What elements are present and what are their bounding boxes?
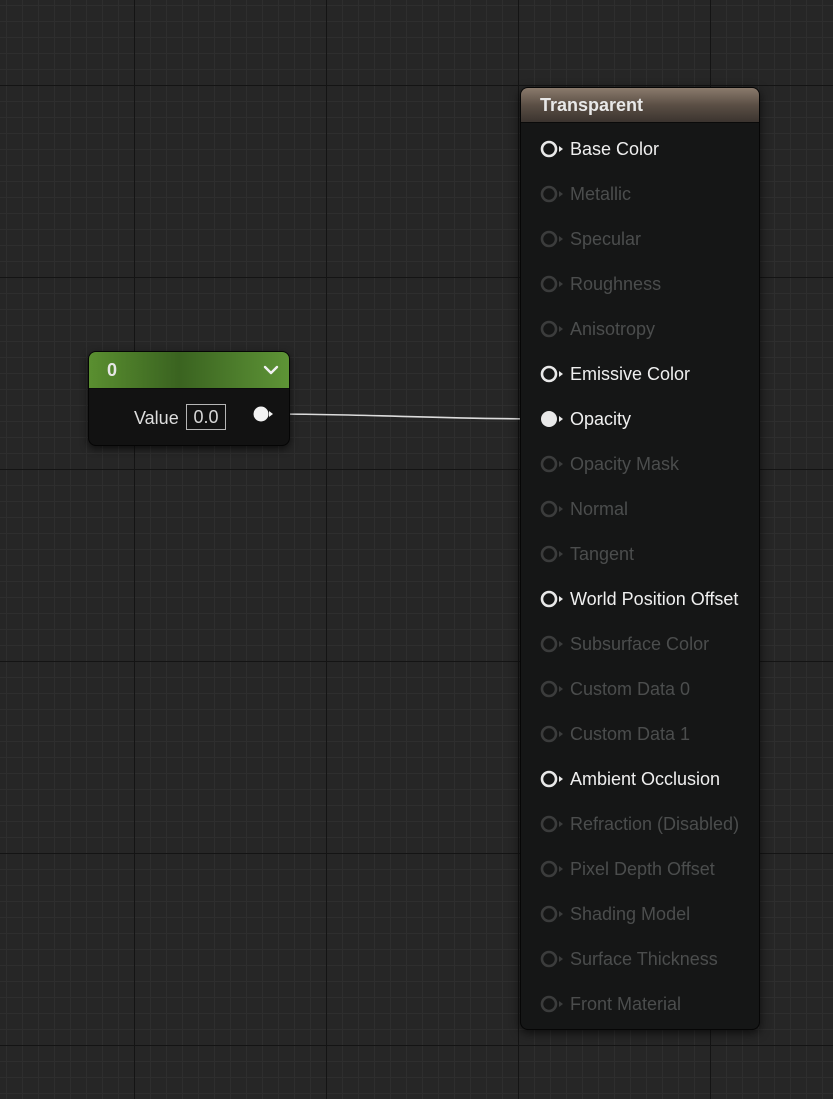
wire-path [272, 413, 549, 420]
pin-label: Specular [570, 229, 642, 249]
pin-row[interactable]: Emissive Color [521, 354, 759, 394]
pin-row[interactable]: Subsurface Color [521, 624, 759, 664]
pin-row[interactable]: Roughness [521, 264, 759, 304]
value-label: Value [134, 408, 179, 428]
pin-row[interactable]: Specular [521, 219, 759, 259]
input-pin-icon[interactable] [539, 274, 565, 294]
pin-row[interactable]: Opacity [521, 399, 759, 439]
input-pin-icon[interactable] [539, 814, 565, 834]
pin-label: Normal [570, 499, 629, 519]
pin-row[interactable]: Shading Model [521, 894, 759, 934]
pin-label: Surface Thickness [570, 949, 718, 969]
material-node-title: Transparent [540, 95, 644, 115]
pin-label: Refraction (Disabled) [570, 814, 740, 834]
input-pin-icon[interactable] [539, 454, 565, 474]
constant-node[interactable]: 0 [88, 351, 290, 446]
input-pin-icon[interactable] [539, 994, 565, 1014]
pin-row[interactable]: Ambient Occlusion [521, 759, 759, 799]
material-node-header[interactable]: Transparent [521, 88, 759, 123]
input-pin-icon[interactable] [539, 364, 565, 384]
pin-label: Metallic [570, 184, 632, 204]
pin-label: Emissive Color [570, 364, 691, 384]
pin-label: Anisotropy [570, 319, 656, 339]
pin-row[interactable]: World Position Offset [521, 579, 759, 619]
chevron-down-icon[interactable] [261, 360, 281, 380]
connected-pin-icon[interactable] [539, 409, 565, 429]
input-pin-icon[interactable] [539, 679, 565, 699]
pin-row[interactable]: Refraction (Disabled) [521, 804, 759, 844]
pin-label: Base Color [570, 139, 660, 159]
pin-label: World Position Offset [570, 589, 739, 609]
pin-row[interactable]: Base Color [521, 129, 759, 169]
pin-label: Custom Data 1 [570, 724, 691, 744]
pin-row[interactable]: Tangent [521, 534, 759, 574]
pin-row[interactable]: Anisotropy [521, 309, 759, 349]
pin-label: Roughness [570, 274, 662, 294]
input-pin-icon[interactable] [539, 319, 565, 339]
input-pin-icon[interactable] [539, 949, 565, 969]
pin-label: Subsurface Color [570, 634, 710, 654]
pin-label: Pixel Depth Offset [570, 859, 715, 879]
material-result-node[interactable]: Transparent Base Color Metallic Specular Ro… [520, 87, 760, 1030]
input-pin-icon[interactable] [539, 589, 565, 609]
input-pin-icon[interactable] [539, 139, 565, 159]
pin-row[interactable]: Metallic [521, 174, 759, 214]
constant-node-header[interactable]: 0 [89, 352, 289, 389]
pin-label: Front Material [570, 994, 682, 1014]
input-pin-icon[interactable] [539, 724, 565, 744]
pin-label: Custom Data 0 [570, 679, 691, 699]
pin-row[interactable]: Custom Data 1 [521, 714, 759, 754]
pin-row[interactable]: Opacity Mask [521, 444, 759, 484]
constant-node-title: 0 [107, 360, 118, 380]
pin-label: Opacity [570, 409, 632, 429]
input-pin-icon[interactable] [539, 769, 565, 789]
input-pin-icon[interactable] [539, 859, 565, 879]
pin-label: Ambient Occlusion [570, 769, 721, 789]
pin-label: Shading Model [570, 904, 691, 924]
pin-row[interactable]: Front Material [521, 984, 759, 1024]
input-pin-icon[interactable] [539, 229, 565, 249]
material-graph-canvas[interactable]: 0 Value 0.0 Transparent Base Color Metall… [0, 0, 833, 1099]
input-pin-icon[interactable] [539, 904, 565, 924]
input-pin-icon[interactable] [539, 184, 565, 204]
pin-row[interactable]: Pixel Depth Offset [521, 849, 759, 889]
pin-label: Tangent [570, 544, 635, 564]
input-pin-icon[interactable] [539, 499, 565, 519]
input-pin-icon[interactable] [539, 544, 565, 564]
input-pin-icon[interactable] [539, 634, 565, 654]
output-pin-icon[interactable] [251, 404, 275, 424]
pin-row[interactable]: Normal [521, 489, 759, 529]
value-input[interactable]: 0.0 [186, 404, 226, 430]
pin-label: Opacity Mask [570, 454, 680, 474]
pin-row[interactable]: Custom Data 0 [521, 669, 759, 709]
pin-row[interactable]: Surface Thickness [521, 939, 759, 979]
